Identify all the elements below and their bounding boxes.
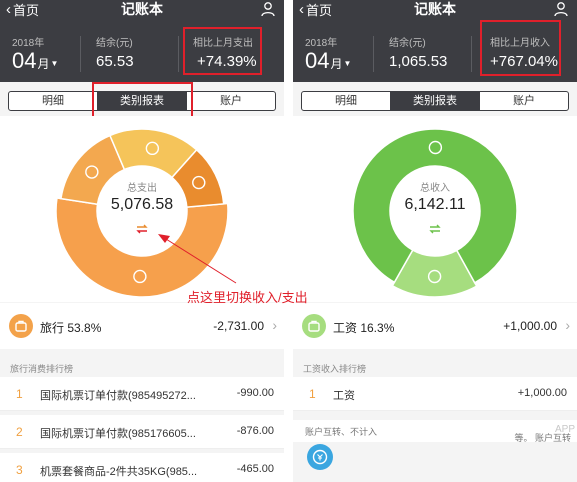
ranking-row[interactable]: 3 机票套餐商品-2件共35KG(985... -465.00 [0,453,284,482]
month-unit: 月 [37,57,50,71]
rank-amount: -990.00 [236,387,274,399]
rank-name: 国际机票订单付款(985176605... [40,428,196,440]
month-unit: 月 [330,57,343,71]
transfer-note: 账户互转、不计入 等。 账户互转 [293,420,577,443]
chevron-right-icon: › [272,317,277,333]
user-icon[interactable] [553,1,569,17]
category-name: 工资 16.3% [333,321,395,335]
user-icon[interactable] [260,1,276,17]
watermark: APP [554,424,575,435]
total-label: 总收入 [420,183,450,194]
rank-name: 工资 [333,390,355,402]
total-value: 6,142.11 [404,196,466,213]
money-icon [312,449,328,465]
highlight-box [92,82,193,120]
balance-label: 结余(元) [96,38,133,49]
divider [80,36,81,72]
rank-name: 国际机票订单付款(985495272... [40,390,196,402]
tab-detail[interactable]: 明细 [302,92,391,110]
tab-detail[interactable]: 明细 [9,92,98,110]
category-amount: -2,731.00 [213,319,264,333]
month-selector[interactable]: 04月▼ [12,48,58,74]
total-label: 总支出 [127,183,157,194]
ranking-row[interactable]: 1 工资 +1,000.00 [293,377,577,411]
rank-amount: +1,000.00 [517,387,567,399]
rank-name: 机票套餐商品-2件共35KG(985... [40,466,198,478]
header: ‹ 首页 记账本 2018年 04月▼ 结余(元) 1,065.53 相比上月收… [293,0,577,82]
category-amount: +1,000.00 [503,319,557,333]
tab-account[interactable]: 账户 [187,92,275,110]
rank-amount: -465.00 [236,463,274,475]
chart-area: 总收入 6,142.11 [293,116,577,302]
ranking-row[interactable]: 1 国际机票订单付款(985495272... -990.00 [0,377,284,411]
ranking-title: 旅行消费排行榜 [10,364,74,374]
month-number: 04 [305,48,330,73]
chevron-right-icon: › [565,317,570,333]
divider [178,36,179,72]
switch-icon[interactable] [136,224,148,234]
screenshot-stage: ‹ 首页 记账本 2018年 04月▼ 结余(元) 65.53 相比上月支出 +… [0,0,577,482]
rank-number: 3 [16,463,23,477]
year-label: 2018年 [305,38,338,49]
balance-value: 1,065.53 [389,53,448,70]
selected-category-row[interactable]: 旅行 53.8% -2,731.00 › [0,303,284,349]
rank-number: 1 [16,387,23,401]
nav-bar: ‹ 首页 记账本 [0,0,284,18]
header: ‹ 首页 记账本 2018年 04月▼ 结余(元) 65.53 相比上月支出 +… [0,0,284,82]
ranking-row[interactable]: 2 国际机票订单付款(985176605... -876.00 [0,415,284,449]
caret-down-icon: ▼ [50,59,59,68]
highlight-box [183,27,262,75]
balance-label: 结余(元) [389,38,426,49]
divider [373,36,374,72]
highlight-box [480,20,561,76]
year-label: 2018年 [12,38,45,49]
total-value: 5,076.58 [110,196,174,213]
chart-area: 总支出 5,076.58 [0,116,284,302]
briefcase-icon [302,314,326,338]
page-title: 记账本 [414,1,456,17]
expense-report-screen: ‹ 首页 记账本 2018年 04月▼ 结余(元) 65.53 相比上月支出 +… [0,0,284,482]
tab-account[interactable]: 账户 [480,92,568,110]
rank-number: 1 [309,387,316,401]
briefcase-icon [9,314,33,338]
month-number: 04 [12,48,37,73]
ranking-title: 工资收入排行榜 [303,364,367,374]
divider [471,36,472,72]
tab-bar: 明细 类别报表 账户 [301,91,569,111]
rank-number: 2 [16,425,23,439]
transfer-note-text: 账户互转、不计入 [305,427,378,437]
balance-value: 65.53 [96,53,134,70]
category-name: 旅行 53.8% [40,321,102,335]
income-report-screen: ‹ 首页 记账本 2018年 04月▼ 结余(元) 1,065.53 相比上月收… [293,0,577,482]
rank-amount: -876.00 [236,425,274,437]
switch-icon[interactable] [429,224,441,234]
nav-bar: ‹ 首页 记账本 [293,0,577,18]
caret-down-icon: ▼ [343,59,352,68]
annotation-text: 点这里切换收入/支出 [187,290,308,305]
month-selector[interactable]: 04月▼ [305,48,351,74]
tab-category-report[interactable]: 类别报表 [391,92,480,110]
add-record-button[interactable] [307,444,333,470]
page-title: 记账本 [121,1,163,17]
selected-category-row[interactable]: 工资 16.3% +1,000.00 › [293,303,577,349]
